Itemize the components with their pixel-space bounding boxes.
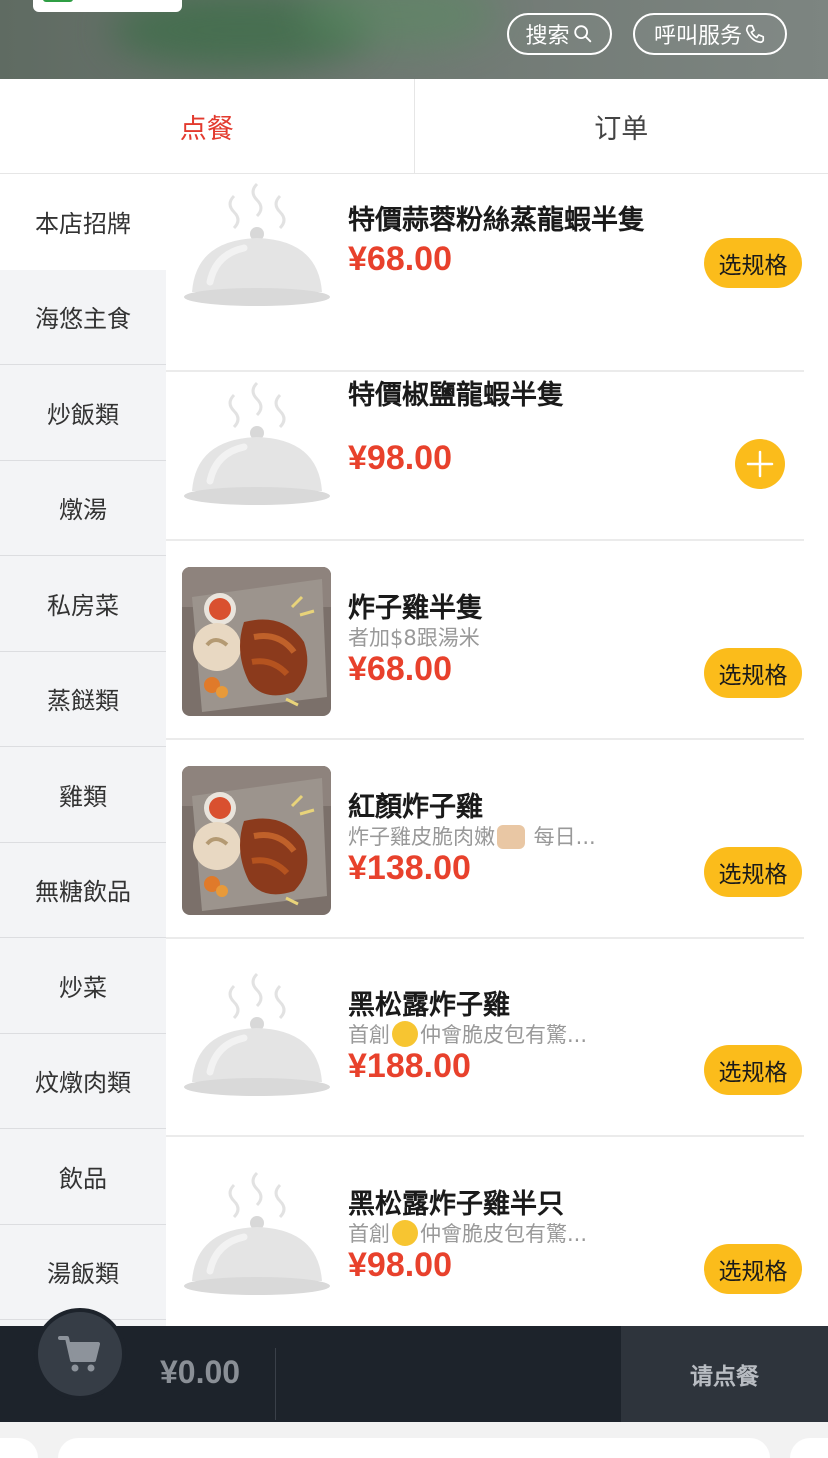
browser-back-button[interactable]: [0, 1438, 38, 1458]
tab-orders[interactable]: 订单: [413, 79, 828, 173]
page: 搜索 呼叫服务 点餐 订单 本店招牌 海悠主食 炒飯類 燉湯 私房菜 蒸餸類 雞…: [0, 0, 828, 1458]
item-name: 炸子雞半隻: [348, 593, 483, 624]
sidebar-item-soup-rice[interactable]: 湯飯類: [0, 1225, 166, 1320]
browser-menu-button[interactable]: [790, 1438, 828, 1458]
menu-item[interactable]: 黑松露炸子雞半只 首創 仲會脆皮包有驚... ¥98.00 选规格: [166, 1138, 804, 1326]
item-price: ¥188.00: [348, 1047, 471, 1085]
select-spec-button[interactable]: 选规格: [704, 238, 802, 288]
sidebar-item-chicken[interactable]: 雞類: [0, 747, 166, 843]
place-order-button[interactable]: 请点餐: [621, 1326, 828, 1422]
search-label: 搜索: [525, 24, 570, 49]
item-description: 首創 仲會脆皮包有驚...: [348, 1218, 587, 1248]
store-logo: [33, 0, 182, 12]
item-price: ¥138.00: [348, 849, 471, 887]
search-icon: [573, 25, 591, 43]
item-name: 黑松露炸子雞: [348, 990, 510, 1021]
item-name: 紅顏炸子雞: [348, 792, 483, 823]
menu-item[interactable]: 炸子雞半隻 者加$8跟湯米 ¥68.00 选规格: [166, 542, 804, 740]
logo-mark: [43, 0, 73, 2]
divider: [275, 1348, 276, 1420]
sidebar-item-staples[interactable]: 海悠主食: [0, 270, 166, 365]
wink-emoji-icon: [392, 1021, 418, 1047]
item-name: 特價蒜蓉粉絲蒸龍蝦半隻: [348, 205, 645, 236]
menu-item[interactable]: 特價椒鹽龍蝦半隻 ¥98.00: [166, 343, 804, 541]
sidebar-item-steamed[interactable]: 蒸餸類: [0, 652, 166, 747]
item-description-text: 炸子雞皮脆肉嫩: [348, 825, 495, 849]
item-description-text: 首創: [348, 1222, 390, 1246]
tab-order-food[interactable]: 点餐: [0, 79, 414, 173]
shopping-cart-icon: [58, 1336, 100, 1372]
select-spec-button[interactable]: 选规格: [704, 847, 802, 897]
thumbs-up-icon: [497, 825, 525, 849]
item-name: 黑松露炸子雞半只: [348, 1189, 564, 1220]
item-description: 首創 仲會脆皮包有驚...: [348, 1019, 587, 1049]
header: 搜索 呼叫服务: [0, 0, 828, 79]
item-price: ¥98.00: [348, 439, 452, 477]
select-spec-button[interactable]: 选规格: [704, 1244, 802, 1294]
phone-icon: [745, 24, 765, 44]
menu-item[interactable]: 黑松露炸子雞 首創 仲會脆皮包有驚... ¥188.00 选规格: [166, 939, 804, 1137]
select-spec-button[interactable]: 选规格: [704, 648, 802, 698]
item-price: ¥68.00: [348, 240, 452, 278]
plus-icon: [746, 450, 774, 478]
item-description-text: 每日...: [527, 825, 596, 849]
fried-chicken-photo: [182, 567, 331, 716]
item-description-text: 仲會脆皮包有驚...: [420, 1222, 588, 1246]
placeholder-cloche-icon: [182, 373, 331, 522]
sidebar-item-fried-rice[interactable]: 炒飯類: [0, 365, 166, 461]
item-name: 特價椒鹽龍蝦半隻: [348, 380, 564, 411]
sidebar-item-braised-meat[interactable]: 炆燉肉類: [0, 1034, 166, 1129]
placeholder-cloche-icon: [182, 964, 331, 1113]
call-service-button[interactable]: 呼叫服务: [633, 13, 787, 55]
sidebar-item-signature[interactable]: 本店招牌: [0, 174, 166, 270]
cart-bar: ¥0.00 请点餐: [0, 1308, 828, 1422]
browser-toolbar: [0, 1422, 828, 1458]
tab-bar: 点餐 订单: [0, 79, 828, 174]
sidebar-item-soup[interactable]: 燉湯: [0, 461, 166, 556]
sidebar-item-sugar-free-drinks[interactable]: 無糖飲品: [0, 843, 166, 938]
menu-item-list: 特價蒜蓉粉絲蒸龍蝦半隻 ¥68.00 选规格 特價椒鹽龍蝦半隻 ¥98.00 炸…: [166, 174, 828, 1326]
item-description-text: 仲會脆皮包有驚...: [420, 1023, 588, 1047]
cart-total: ¥0.00: [160, 1354, 241, 1390]
search-button[interactable]: 搜索: [507, 13, 612, 55]
cart-button[interactable]: [34, 1308, 126, 1400]
select-spec-button[interactable]: 选规格: [704, 1045, 802, 1095]
fried-chicken-photo: [182, 766, 331, 915]
sidebar-item-stir-fry[interactable]: 炒菜: [0, 938, 166, 1034]
item-price: ¥98.00: [348, 1246, 452, 1284]
placeholder-cloche-icon: [182, 174, 331, 323]
placeholder-cloche-icon: [182, 1163, 331, 1312]
sidebar-item-drinks[interactable]: 飲品: [0, 1129, 166, 1225]
item-description: 炸子雞皮脆肉嫩 每日...: [348, 821, 596, 851]
browser-address-bar[interactable]: [58, 1438, 770, 1458]
sidebar-item-private-dishes[interactable]: 私房菜: [0, 556, 166, 652]
category-sidebar: 本店招牌 海悠主食 炒飯類 燉湯 私房菜 蒸餸類 雞類 無糖飲品 炒菜 炆燉肉類…: [0, 174, 166, 1326]
add-to-cart-button[interactable]: [735, 439, 785, 489]
item-description-text: 首創: [348, 1023, 390, 1047]
item-description: 者加$8跟湯米: [348, 626, 480, 650]
item-price: ¥68.00: [348, 650, 452, 688]
menu-item[interactable]: 紅顏炸子雞 炸子雞皮脆肉嫩 每日... ¥138.00 选规格: [166, 741, 804, 939]
wink-emoji-icon: [392, 1220, 418, 1246]
call-service-label: 呼叫服务: [653, 24, 742, 49]
